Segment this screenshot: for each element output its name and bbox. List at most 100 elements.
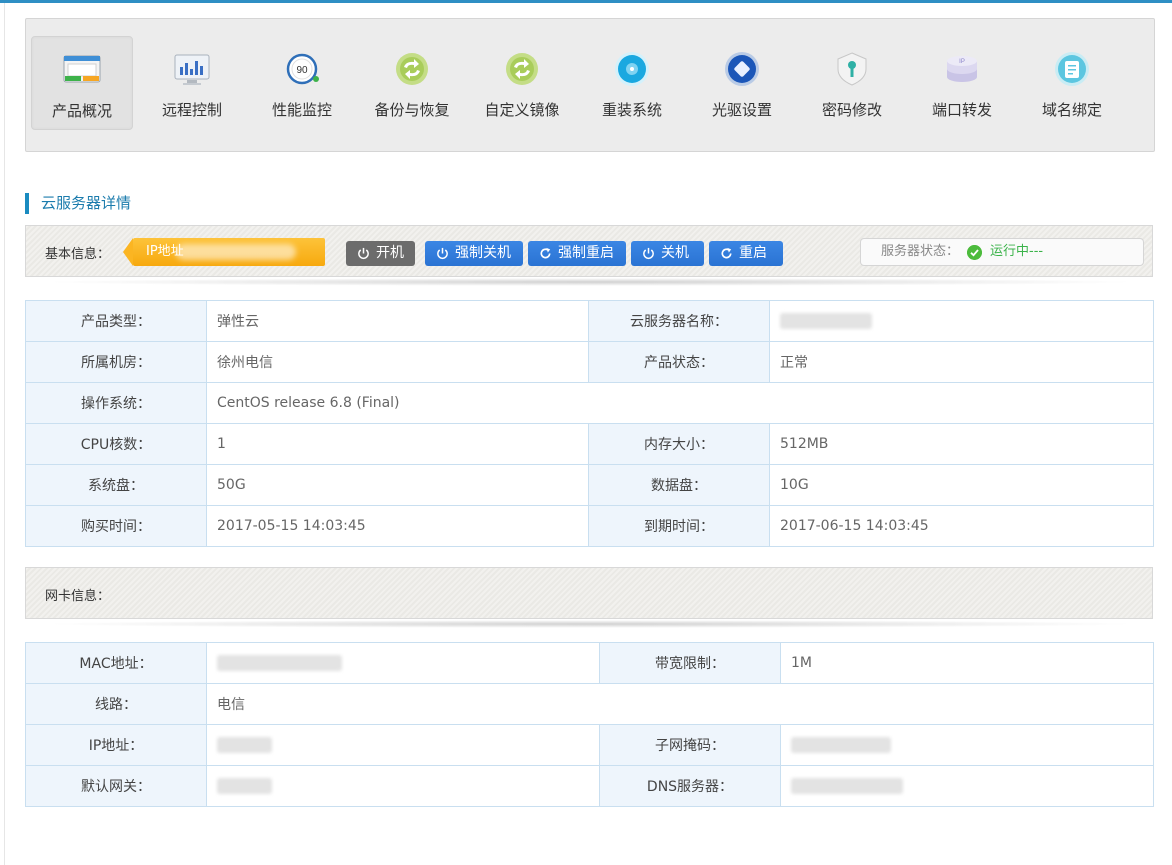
bar-shadow [40, 278, 1140, 286]
gateway-label: 默认网关： [25, 765, 207, 807]
remote-control-icon [174, 54, 210, 85]
nic-info-label: 网卡信息： [45, 589, 111, 604]
redacted-value [780, 313, 872, 329]
nic-detail-table: MAC地址： 带宽限制： 1M 线路： 电信 IP地址： 子网掩码： 默认网关：… [25, 642, 1154, 807]
product-status-value: 正常 [769, 341, 1154, 383]
tool-label: 自定义镜像 [484, 101, 560, 119]
basic-info-bar: 基本信息： IP地址 开机 强制关机 强制重启 关机 重启 服务器状态： 运行中… [25, 225, 1153, 277]
performance-monitor-icon: 90 [286, 53, 319, 85]
check-icon [967, 245, 982, 260]
ip-address-value [206, 724, 600, 766]
top-accent-line [0, 0, 1172, 3]
tool-label: 光驱设置 [711, 101, 772, 119]
redacted-value [217, 737, 272, 753]
table-row: 产品类型： 弹性云 云服务器名称： [25, 300, 1154, 342]
power-on-label: 开机 [376, 245, 404, 261]
tool-label: 远程控制 [161, 101, 222, 119]
cpu-label: CPU核数： [25, 423, 207, 465]
expire-time-value: 2017-06-15 14:03:45 [769, 505, 1154, 547]
data-disk-label: 数据盘： [588, 464, 770, 506]
mac-label: MAC地址： [25, 642, 207, 684]
server-name-value [769, 300, 1154, 342]
redacted-value [217, 778, 272, 794]
system-disk-value: 50G [206, 464, 589, 506]
cpu-value: 1 [206, 423, 589, 465]
redacted-value [791, 737, 891, 753]
ip-address-label: IP地址： [25, 724, 207, 766]
force-restart-label: 强制重启 [558, 245, 614, 261]
mac-value [206, 642, 600, 684]
product-overview-icon [63, 55, 101, 83]
tool-remote-control[interactable]: 远程控制 [141, 36, 243, 130]
expire-time-label: 到期时间： [588, 505, 770, 547]
server-status-box: 服务器状态： 运行中--- [860, 238, 1144, 266]
table-row: 购买时间： 2017-05-15 14:03:45 到期时间： 2017-06-… [25, 505, 1154, 547]
redacted-value [217, 655, 342, 671]
shutdown-button[interactable]: 关机 [631, 241, 704, 266]
tool-label: 密码修改 [821, 101, 882, 119]
subnet-label: 子网掩码： [599, 724, 781, 766]
refresh-icon [721, 247, 732, 259]
force-restart-button[interactable]: 强制重启 [528, 241, 626, 266]
table-row: 默认网关： DNS服务器： [25, 765, 1154, 807]
server-status-label: 服务器状态： [881, 244, 960, 259]
ip-redacted [176, 244, 296, 260]
dns-label: DNS服务器： [599, 765, 781, 807]
nic-info-bar: 网卡信息： [25, 567, 1153, 619]
tool-performance-monitor[interactable]: 90 性能监控 [251, 36, 353, 130]
cdrom-icon [725, 52, 759, 86]
backup-restore-icon [396, 53, 428, 85]
tool-domain-bind[interactable]: 域名绑定 [1021, 36, 1123, 130]
tool-label: 备份与恢复 [374, 101, 450, 119]
refresh-icon [540, 247, 551, 259]
server-detail-table: 产品类型： 弹性云 云服务器名称： 所属机房： 徐州电信 产品状态： 正常 操作… [25, 300, 1154, 547]
power-icon [437, 247, 448, 259]
server-name-label: 云服务器名称： [588, 300, 770, 342]
table-row: 系统盘： 50G 数据盘： 10G [25, 464, 1154, 506]
gateway-value [206, 765, 600, 807]
ip-address-tag: IP地址 [123, 238, 325, 266]
dns-value [780, 765, 1154, 807]
memory-label: 内存大小： [588, 423, 770, 465]
port-forward-icon: IP [947, 56, 977, 82]
gauge-value: 90 [296, 65, 308, 76]
tool-label: 域名绑定 [1041, 101, 1102, 119]
line-label: 线路： [25, 683, 207, 725]
tool-port-forward[interactable]: IP 端口转发 [911, 36, 1013, 130]
data-disk-value: 10G [769, 464, 1154, 506]
product-status-label: 产品状态： [588, 341, 770, 383]
domain-bind-icon [1055, 52, 1089, 86]
left-border [4, 3, 5, 865]
function-toolbar: 产品概况 远程控制 90 性能监控 备份与恢复 自定义镜像 重装系统 光驱设置 … [25, 18, 1155, 152]
tool-backup-restore[interactable]: 备份与恢复 [361, 36, 463, 130]
password-icon [837, 52, 867, 86]
force-shutdown-button[interactable]: 强制关机 [425, 241, 523, 266]
product-type-value: 弹性云 [206, 300, 589, 342]
port-forward-icon-text: IP [959, 59, 965, 65]
bandwidth-value: 1M [780, 642, 1154, 684]
subnet-value [780, 724, 1154, 766]
table-row: 线路： 电信 [25, 683, 1154, 725]
tool-password-change[interactable]: 密码修改 [801, 36, 903, 130]
tool-cdrom-settings[interactable]: 光驱设置 [691, 36, 793, 130]
custom-image-icon [506, 53, 538, 85]
section-title: 云服务器详情 [25, 193, 131, 214]
tool-product-overview[interactable]: 产品概况 [31, 36, 133, 130]
basic-info-label: 基本信息： [45, 247, 111, 262]
force-shutdown-label: 强制关机 [455, 245, 511, 261]
tool-custom-image[interactable]: 自定义镜像 [471, 36, 573, 130]
restart-button[interactable]: 重启 [709, 241, 783, 266]
power-on-button[interactable]: 开机 [346, 241, 415, 266]
table-row: CPU核数： 1 内存大小： 512MB [25, 423, 1154, 465]
os-value: CentOS release 6.8 (Final) [206, 382, 1154, 424]
purchase-time-value: 2017-05-15 14:03:45 [206, 505, 589, 547]
table-row: MAC地址： 带宽限制： 1M [25, 642, 1154, 684]
tool-reinstall-system[interactable]: 重装系统 [581, 36, 683, 130]
restart-label: 重启 [739, 245, 767, 261]
system-disk-label: 系统盘： [25, 464, 207, 506]
tool-label: 端口转发 [931, 101, 992, 119]
bar-shadow [40, 620, 1140, 628]
datacenter-value: 徐州电信 [206, 341, 589, 383]
table-row: 操作系统： CentOS release 6.8 (Final) [25, 382, 1154, 424]
bandwidth-label: 带宽限制： [599, 642, 781, 684]
